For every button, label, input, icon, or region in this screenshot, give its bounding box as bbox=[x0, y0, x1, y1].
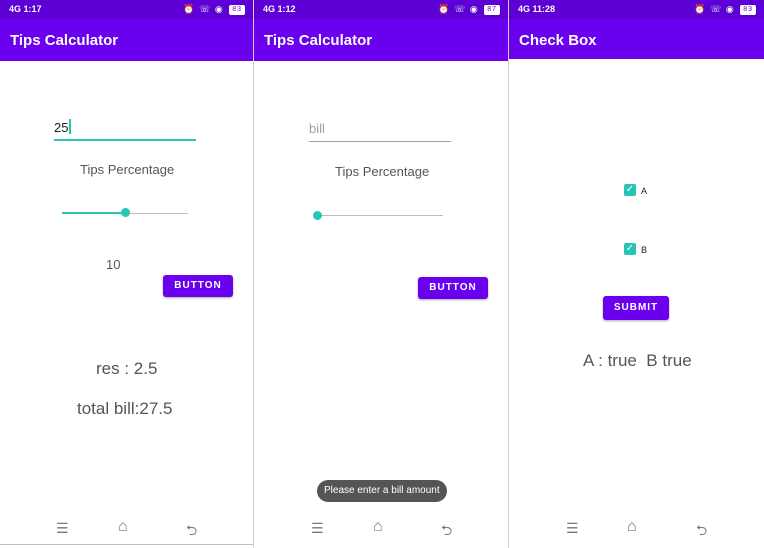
status-right: ⏰ ☏ ◉ 87 bbox=[438, 0, 500, 19]
bottom-divider bbox=[0, 544, 253, 545]
menu-icon[interactable]: ☰ bbox=[56, 520, 69, 537]
status-bar: 4G 1:12 ⏰ ☏ ◉ 87 bbox=[254, 0, 508, 19]
home-icon[interactable]: ⌂ bbox=[627, 518, 637, 536]
checkbox-b-label: B bbox=[641, 245, 648, 255]
screen-tips-calculator-result: 4G 1:17 ⏰ ☏ ◉ 83 Tips Calculator 25 Tips… bbox=[0, 0, 253, 548]
signal-indicator: 4G bbox=[518, 4, 531, 14]
slider-track bbox=[317, 215, 443, 216]
checkbox-result-text: A : true B true bbox=[583, 351, 692, 370]
nav-bar: ☰ ⌂ ⮌ bbox=[509, 512, 764, 548]
nav-bar: ☰ ⌂ ⮌ bbox=[0, 512, 253, 548]
slider-value-text: 10 bbox=[106, 257, 121, 272]
status-icons: ⏰ ☏ ◉ bbox=[438, 4, 479, 14]
bill-input[interactable]: bill bbox=[309, 121, 451, 142]
bill-input-placeholder: bill bbox=[309, 121, 325, 136]
battery-icon: 83 bbox=[740, 4, 756, 15]
screen-tips-calculator-empty: 4G 1:12 ⏰ ☏ ◉ 87 Tips Calculator bill Ti… bbox=[254, 0, 508, 548]
status-time: 1:17 bbox=[23, 4, 42, 14]
menu-icon[interactable]: ☰ bbox=[566, 520, 579, 537]
nav-bar: ☰ ⌂ ⮌ bbox=[254, 512, 508, 548]
status-icons: ⏰ ☏ ◉ bbox=[183, 4, 224, 14]
app-bar: Tips Calculator bbox=[0, 19, 253, 61]
app-title: Check Box bbox=[519, 32, 597, 49]
battery-icon: 83 bbox=[229, 4, 245, 15]
home-icon[interactable]: ⌂ bbox=[118, 518, 128, 536]
total-bill-text: total bill:27.5 bbox=[77, 399, 173, 418]
res-text: res : 2.5 bbox=[96, 359, 158, 378]
back-icon[interactable]: ⮌ bbox=[441, 520, 452, 544]
status-bar: 4G 1:17 ⏰ ☏ ◉ 83 bbox=[0, 0, 253, 19]
tips-slider-thumb[interactable] bbox=[121, 208, 130, 217]
submit-button[interactable]: SUBMIT bbox=[603, 296, 669, 320]
app-title: Tips Calculator bbox=[10, 32, 119, 49]
status-left: 4G 11:28 bbox=[518, 0, 555, 19]
app-bar: Tips Calculator bbox=[254, 19, 508, 61]
status-time: 1:12 bbox=[277, 4, 296, 14]
status-right: ⏰ ☏ ◉ 83 bbox=[694, 0, 756, 19]
back-icon[interactable]: ⮌ bbox=[186, 520, 197, 544]
toast-message: Please enter a bill amount bbox=[317, 480, 447, 502]
checkbox-b[interactable]: ✓ bbox=[624, 243, 636, 255]
slider-active-track bbox=[62, 212, 125, 214]
status-left: 4G 1:12 bbox=[263, 0, 296, 19]
menu-icon[interactable]: ☰ bbox=[311, 520, 324, 537]
status-left: 4G 1:17 bbox=[9, 0, 42, 19]
signal-indicator: 4G bbox=[263, 4, 276, 14]
status-bar: 4G 11:28 ⏰ ☏ ◉ 83 bbox=[509, 0, 764, 19]
signal-indicator: 4G bbox=[9, 4, 22, 14]
back-icon[interactable]: ⮌ bbox=[696, 520, 707, 544]
calculate-button[interactable]: BUTTON bbox=[418, 277, 488, 299]
text-cursor bbox=[69, 119, 72, 134]
tips-percentage-label: Tips Percentage bbox=[335, 164, 430, 179]
screen-check-box: 4G 11:28 ⏰ ☏ ◉ 83 Check Box ✓ A ✓ B SUBM… bbox=[509, 0, 764, 548]
bill-input-value: 25 bbox=[54, 120, 69, 135]
app-bar: Check Box bbox=[509, 19, 764, 59]
battery-icon: 87 bbox=[484, 4, 500, 15]
tips-slider-thumb[interactable] bbox=[313, 211, 322, 220]
bill-input[interactable]: 25 bbox=[54, 119, 196, 141]
status-time: 11:28 bbox=[532, 4, 556, 14]
home-icon[interactable]: ⌂ bbox=[373, 518, 383, 536]
checkbox-a-label: A bbox=[641, 186, 648, 196]
app-title: Tips Calculator bbox=[264, 32, 373, 49]
checkbox-a[interactable]: ✓ bbox=[624, 184, 636, 196]
tips-percentage-label: Tips Percentage bbox=[80, 162, 175, 177]
status-icons: ⏰ ☏ ◉ bbox=[694, 4, 735, 14]
calculate-button[interactable]: BUTTON bbox=[163, 275, 233, 297]
status-right: ⏰ ☏ ◉ 83 bbox=[183, 0, 245, 19]
